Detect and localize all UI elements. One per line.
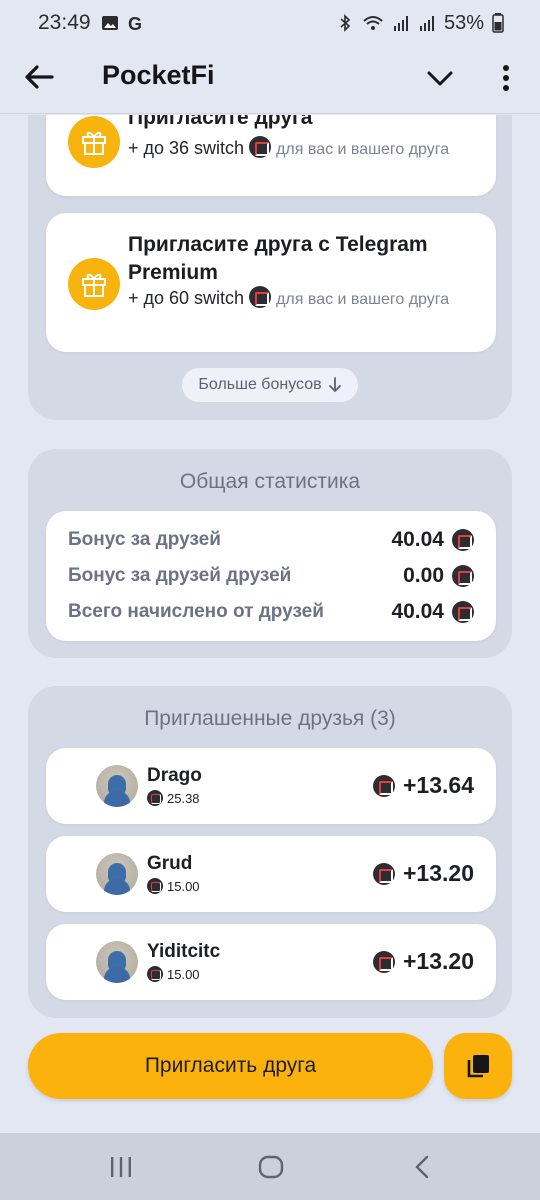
signal-icon — [393, 16, 408, 31]
avatar — [96, 941, 138, 983]
app-title: PocketFi — [102, 60, 215, 90]
google-icon: G — [128, 14, 142, 32]
friend-card[interactable]: Drago 25.38 +13.64 — [46, 748, 496, 824]
stat-row: Бонус за друзей друзей 0.00 — [68, 564, 474, 588]
bonus-reward: + до 60 switch — [128, 288, 245, 308]
bonus-subtitle: + до 60 switch для вас и вашего друга — [128, 285, 468, 313]
bonus-card[interactable]: Пригласите друга с Telegram Premium + до… — [46, 213, 496, 352]
friend-balance-value: 15.00 — [167, 966, 200, 982]
friend-card[interactable]: Grud 15.00 +13.20 — [46, 836, 496, 912]
friend-earned-value: +13.20 — [403, 948, 474, 974]
friend-name: Yiditcitc — [147, 941, 221, 962]
gift-icon — [68, 258, 120, 310]
wifi-icon — [363, 16, 383, 30]
stat-value: 40.04 — [391, 528, 444, 551]
friend-earned-value: +13.64 — [403, 772, 474, 798]
switch-coin-icon — [249, 136, 272, 158]
battery-icon — [492, 13, 504, 33]
friend-card[interactable]: Yiditcitc 15.00 +13.20 — [46, 924, 496, 1000]
friend-earned: +13.20 — [373, 860, 474, 887]
back-arrow-icon[interactable] — [22, 60, 56, 94]
stat-label: Бонус за друзей друзей — [68, 565, 292, 586]
avatar — [96, 853, 138, 895]
friend-balance: 15.00 — [147, 966, 200, 982]
status-time: 23:49 — [38, 11, 91, 34]
switch-coin-icon — [147, 790, 163, 806]
image-icon — [101, 16, 118, 30]
switch-coin-icon — [147, 878, 163, 894]
copy-link-button[interactable] — [444, 1033, 512, 1099]
recent-apps-icon[interactable] — [108, 1155, 134, 1179]
status-bar: 23:49 G 53% — [0, 0, 540, 46]
switch-coin-icon — [452, 601, 474, 623]
back-nav-icon[interactable] — [412, 1155, 432, 1179]
home-icon[interactable] — [258, 1155, 284, 1179]
friend-balance: 15.00 — [147, 878, 200, 894]
stat-label: Бонус за друзей — [68, 529, 221, 550]
switch-coin-icon — [452, 529, 474, 551]
stat-row: Всего начислено от друзей 40.04 — [68, 600, 474, 624]
avatar — [96, 765, 138, 807]
bonus-title: Пригласите друга с Telegram Premium — [128, 233, 428, 284]
invite-friend-button[interactable]: Пригласить друга — [28, 1033, 433, 1099]
bonus-subtitle: + до 36 switch для вас и вашего друга — [128, 135, 468, 163]
stats-card: Бонус за друзей 40.04 Бонус за друзей др… — [46, 511, 496, 641]
switch-coin-icon — [147, 966, 163, 982]
friends-panel: Приглашенные друзья (3) Drago 25.38 +13.… — [28, 686, 512, 1018]
friend-earned: +13.20 — [373, 948, 474, 975]
friend-balance-value: 25.38 — [167, 790, 200, 806]
system-nav-bar — [0, 1133, 540, 1200]
stats-panel: Общая статистика Бонус за друзей 40.04 Б… — [28, 449, 512, 658]
friend-balance: 25.38 — [147, 790, 200, 806]
friend-name: Drago — [147, 765, 202, 786]
bonus-title: Пригласите друга — [128, 115, 313, 129]
bonus-reward: + до 36 switch — [128, 138, 245, 158]
invite-friend-label: Пригласить друга — [144, 1054, 317, 1077]
chevron-down-icon[interactable] — [424, 64, 456, 92]
bluetooth-icon — [340, 14, 351, 32]
bonus-note: для вас и вашего друга — [276, 141, 450, 158]
content-scroll[interactable]: Пригласите друга + до 36 switch для вас … — [0, 115, 540, 1130]
signal-icon — [419, 16, 434, 31]
switch-coin-icon — [373, 862, 395, 885]
switch-coin-icon — [373, 950, 395, 973]
friends-title: Приглашенные друзья (3) — [144, 707, 396, 730]
friend-name: Grud — [147, 853, 193, 874]
svg-text:G: G — [128, 14, 142, 32]
gift-icon — [68, 116, 120, 168]
friend-earned-value: +13.20 — [403, 860, 474, 886]
switch-coin-icon — [452, 565, 474, 587]
app-bar: PocketFi — [0, 46, 540, 114]
bonus-note: для вас и вашего друга — [276, 291, 450, 308]
friend-balance-value: 15.00 — [167, 878, 200, 894]
switch-coin-icon — [249, 286, 272, 308]
more-vert-icon[interactable] — [494, 62, 518, 94]
switch-coin-icon — [373, 774, 395, 797]
stat-value: 40.04 — [391, 600, 444, 623]
battery-percent: 53% — [443, 11, 484, 34]
stat-value: 0.00 — [403, 564, 444, 587]
stats-title: Общая статистика — [179, 470, 361, 493]
stat-row: Бонус за друзей 40.04 — [68, 528, 474, 552]
bonus-card[interactable]: Пригласите друга + до 36 switch для вас … — [46, 115, 496, 196]
more-bonuses-button[interactable]: Больше бонусов — [182, 368, 358, 402]
copy-icon — [467, 1055, 489, 1078]
friend-earned: +13.64 — [373, 772, 474, 799]
arrow-down-icon — [328, 377, 341, 393]
more-bonuses-label: Больше бонусов — [198, 376, 322, 393]
stat-label: Всего начислено от друзей — [68, 601, 324, 622]
bonuses-panel: Пригласите друга + до 36 switch для вас … — [28, 115, 512, 420]
